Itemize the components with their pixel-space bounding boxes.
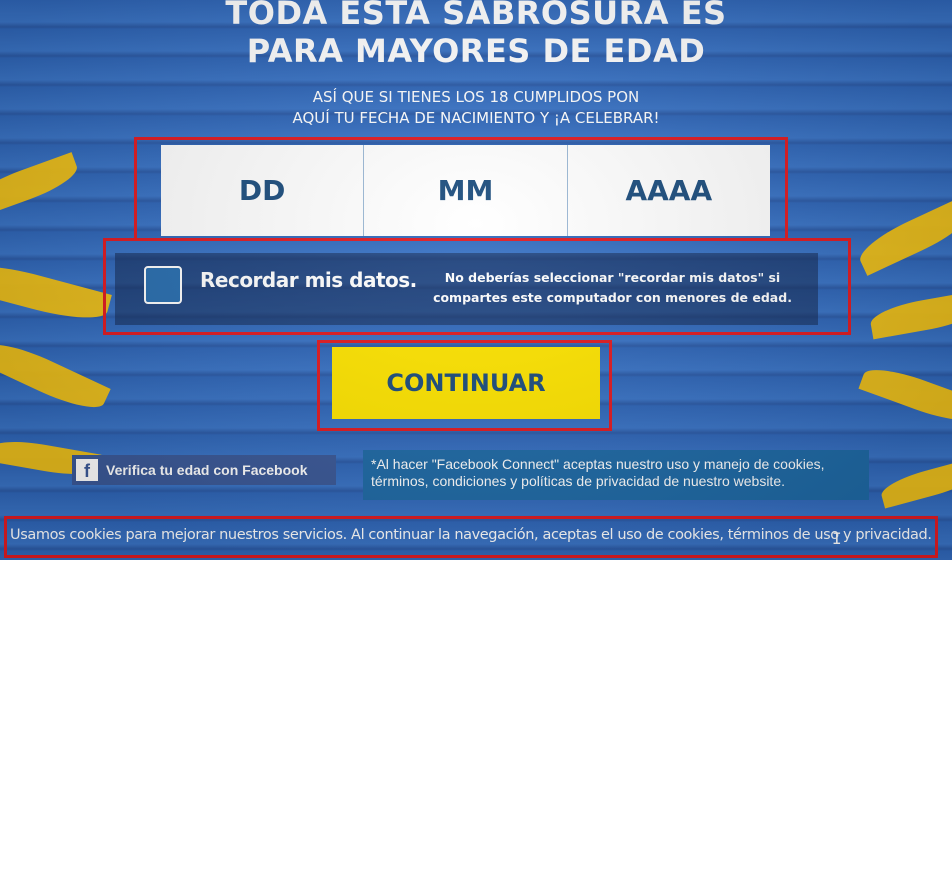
facebook-verify-button[interactable]: f Verifica tu edad con Facebook [72, 455, 336, 485]
decorative-leaf [858, 360, 952, 430]
highlight-box-continue [317, 340, 612, 431]
decorative-leaf [0, 256, 112, 328]
decorative-leaf [878, 457, 952, 509]
age-gate-subheading-line-1: ASÍ QUE SI TIENES LOS 18 CUMPLIDOS PON [312, 88, 640, 106]
decorative-leaf [0, 152, 82, 218]
highlight-box-date [134, 137, 788, 241]
highlight-box-cookies [4, 516, 938, 558]
highlight-box-remember [103, 238, 851, 335]
age-gate-background: TODA ESTA SABROSURA ES PARA MAYORES DE E… [0, 0, 952, 560]
facebook-icon: f [76, 459, 98, 481]
facebook-connect-notice: *Al hacer "Facebook Connect" aceptas nue… [363, 450, 869, 500]
age-gate-heading-line-2: PARA MAYORES DE EDAD [246, 32, 706, 70]
facebook-verify-label: Verifica tu edad con Facebook [106, 462, 308, 478]
decorative-leaf [853, 196, 952, 276]
age-gate-heading-line-1: TODA ESTA SABROSURA ES [225, 0, 727, 32]
decorative-leaf [0, 334, 111, 418]
decorative-leaf [868, 290, 952, 340]
age-gate-subheading-line-2: AQUÍ TU FECHA DE NACIMIENTO Y ¡A CELEBRA… [292, 109, 660, 127]
